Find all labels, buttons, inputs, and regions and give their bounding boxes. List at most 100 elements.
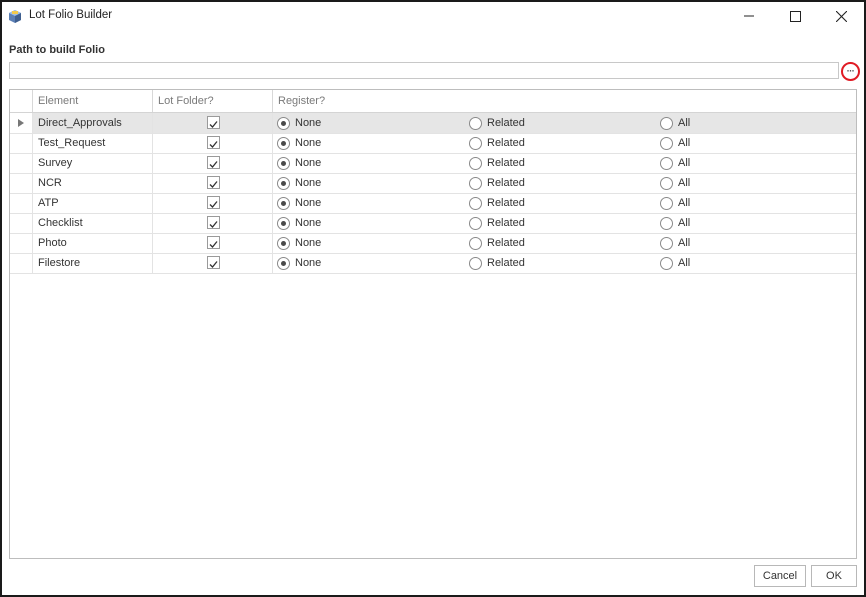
- path-label: Path to build Folio: [9, 44, 105, 56]
- radio-button[interactable]: [277, 136, 290, 150]
- element-cell[interactable]: Survey: [32, 153, 152, 173]
- register-option-related[interactable]: Related: [469, 113, 525, 133]
- table-row[interactable]: Direct_Approvals None Related All: [10, 113, 856, 134]
- lot-folder-checkbox[interactable]: [207, 116, 220, 129]
- checkmark-icon: [209, 241, 218, 248]
- register-option-all[interactable]: All: [660, 193, 690, 213]
- minimize-button[interactable]: [726, 2, 772, 30]
- lot-folder-checkbox[interactable]: [207, 236, 220, 249]
- radio-button[interactable]: [469, 216, 482, 230]
- register-option-related[interactable]: Related: [469, 253, 525, 273]
- column-header-register[interactable]: Register?: [272, 90, 856, 112]
- table-row[interactable]: Test_Request None Related All: [10, 133, 856, 154]
- register-cell: None Related All: [272, 113, 856, 133]
- radio-button[interactable]: [660, 256, 673, 270]
- table-row[interactable]: NCR None Related All: [10, 173, 856, 194]
- radio-button[interactable]: [469, 156, 482, 170]
- register-option-none[interactable]: None: [277, 253, 321, 273]
- register-option-related[interactable]: Related: [469, 193, 525, 213]
- register-option-related[interactable]: Related: [469, 233, 525, 253]
- browse-button[interactable]: ···: [841, 62, 860, 81]
- radio-button[interactable]: [469, 236, 482, 250]
- lot-folder-checkbox[interactable]: [207, 196, 220, 209]
- column-header-element[interactable]: Element: [32, 90, 152, 112]
- register-option-none[interactable]: None: [277, 173, 321, 193]
- checkmark-icon: [209, 181, 218, 188]
- table-row[interactable]: Photo None Related All: [10, 233, 856, 254]
- radio-button[interactable]: [660, 236, 673, 250]
- radio-button[interactable]: [469, 176, 482, 190]
- register-cell: None Related All: [272, 193, 856, 213]
- table-row[interactable]: Checklist None Related All: [10, 213, 856, 234]
- maximize-button[interactable]: [772, 2, 818, 30]
- radio-button[interactable]: [660, 176, 673, 190]
- register-option-all[interactable]: All: [660, 213, 690, 233]
- register-option-all[interactable]: All: [660, 113, 690, 133]
- radio-button[interactable]: [469, 116, 482, 130]
- element-cell[interactable]: Photo: [32, 233, 152, 253]
- radio-button[interactable]: [277, 156, 290, 170]
- element-cell[interactable]: Filestore: [32, 253, 152, 273]
- radio-button[interactable]: [660, 156, 673, 170]
- radio-label: Related: [487, 117, 525, 129]
- register-option-none[interactable]: None: [277, 113, 321, 133]
- register-option-all[interactable]: All: [660, 133, 690, 153]
- radio-label: All: [678, 157, 691, 169]
- radio-label: Related: [487, 177, 525, 189]
- register-option-related[interactable]: Related: [469, 153, 525, 173]
- radio-label: Related: [487, 257, 525, 269]
- register-option-all[interactable]: All: [660, 253, 690, 273]
- register-option-related[interactable]: Related: [469, 173, 525, 193]
- row-indicator: [10, 133, 32, 153]
- radio-button[interactable]: [469, 256, 482, 270]
- register-option-none[interactable]: None: [277, 233, 321, 253]
- lot-folder-checkbox[interactable]: [207, 156, 220, 169]
- table-row[interactable]: Survey None Related All: [10, 153, 856, 174]
- register-option-all[interactable]: All: [660, 233, 690, 253]
- element-cell[interactable]: Direct_Approvals: [32, 113, 152, 133]
- lot-folder-checkbox[interactable]: [207, 216, 220, 229]
- checkmark-icon: [209, 201, 218, 208]
- element-cell[interactable]: Test_Request: [32, 133, 152, 153]
- radio-button[interactable]: [277, 176, 290, 190]
- column-header-lot-folder[interactable]: Lot Folder?: [152, 90, 272, 112]
- register-option-none[interactable]: None: [277, 133, 321, 153]
- table-row[interactable]: ATP None Related All: [10, 193, 856, 214]
- register-option-none[interactable]: None: [277, 153, 321, 173]
- radio-button[interactable]: [660, 116, 673, 130]
- lot-folder-checkbox[interactable]: [207, 136, 220, 149]
- checkmark-icon: [209, 221, 218, 228]
- element-cell[interactable]: Checklist: [32, 213, 152, 233]
- radio-button[interactable]: [469, 196, 482, 210]
- radio-button[interactable]: [277, 196, 290, 210]
- close-button[interactable]: [818, 2, 864, 30]
- element-cell[interactable]: NCR: [32, 173, 152, 193]
- radio-button[interactable]: [469, 136, 482, 150]
- radio-button[interactable]: [277, 216, 290, 230]
- lot-folder-checkbox[interactable]: [207, 176, 220, 189]
- radio-button[interactable]: [660, 216, 673, 230]
- ok-button[interactable]: OK: [811, 565, 857, 587]
- path-input[interactable]: [9, 62, 839, 79]
- row-indicator: [10, 153, 32, 173]
- register-cell: None Related All: [272, 233, 856, 253]
- register-option-all[interactable]: All: [660, 173, 690, 193]
- radio-button[interactable]: [660, 196, 673, 210]
- register-option-related[interactable]: Related: [469, 133, 525, 153]
- register-option-none[interactable]: None: [277, 213, 321, 233]
- radio-label: None: [295, 177, 322, 189]
- radio-button[interactable]: [277, 116, 290, 130]
- close-icon: [835, 10, 847, 22]
- row-indicator: [10, 233, 32, 253]
- radio-button[interactable]: [277, 256, 290, 270]
- table-row[interactable]: Filestore None Related All: [10, 253, 856, 274]
- radio-button[interactable]: [660, 136, 673, 150]
- cancel-button[interactable]: Cancel: [754, 565, 806, 587]
- lot-folder-checkbox[interactable]: [207, 256, 220, 269]
- element-cell[interactable]: ATP: [32, 193, 152, 213]
- register-option-none[interactable]: None: [277, 193, 321, 213]
- register-option-all[interactable]: All: [660, 153, 690, 173]
- row-indicator: [10, 173, 32, 193]
- register-option-related[interactable]: Related: [469, 213, 525, 233]
- radio-button[interactable]: [277, 236, 290, 250]
